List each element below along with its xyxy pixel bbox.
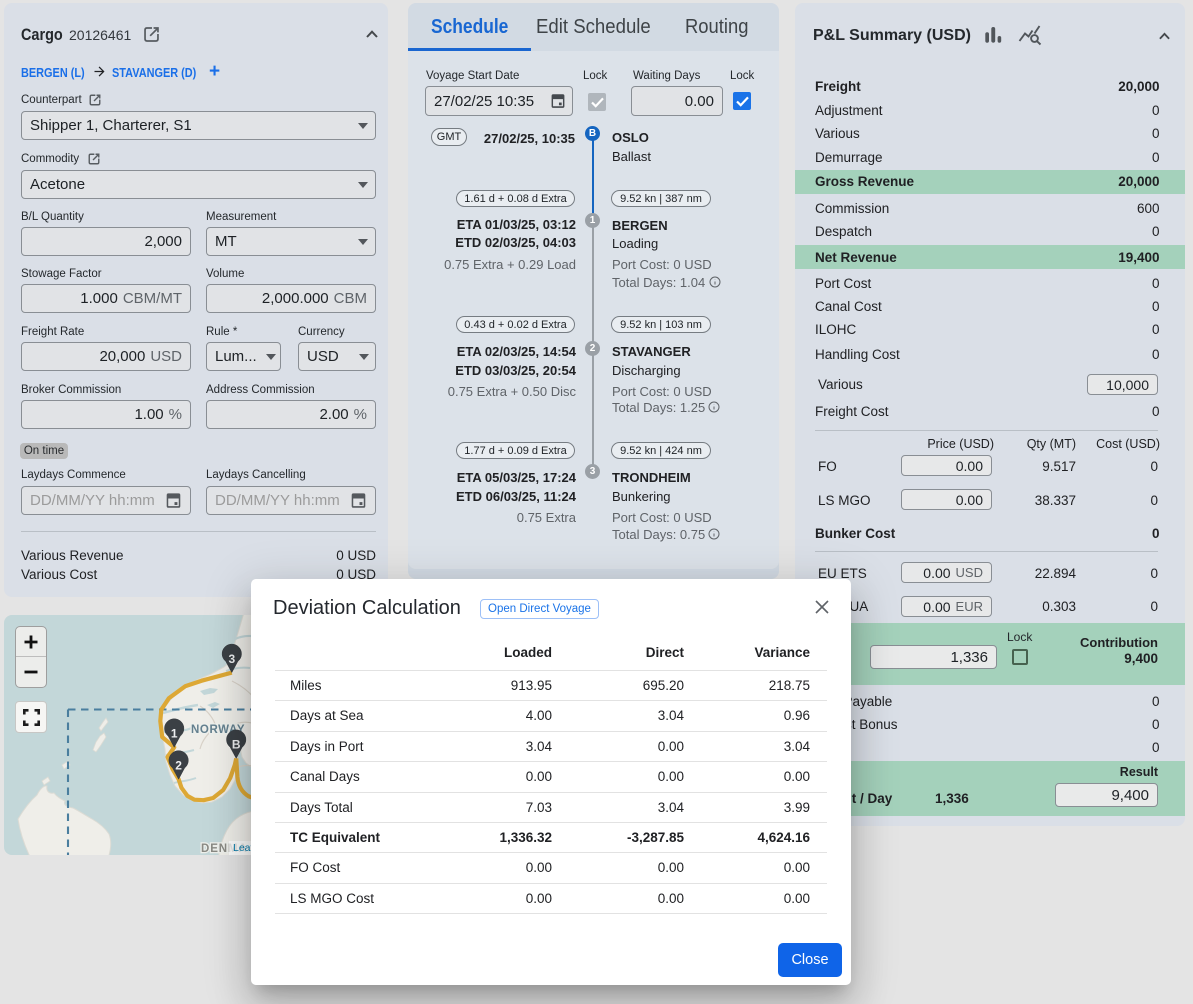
svg-text:B: B [232,738,241,752]
svg-text:2: 2 [175,758,182,772]
svg-text:3: 3 [228,652,235,666]
svg-text:1: 1 [171,727,178,741]
